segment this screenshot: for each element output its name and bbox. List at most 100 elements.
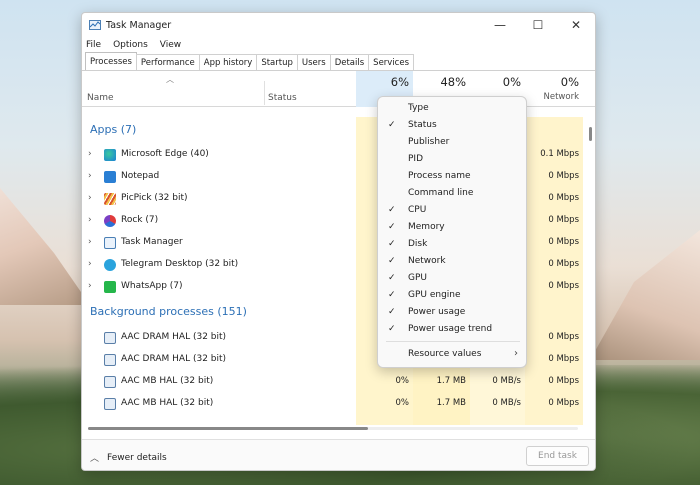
menu-item-label: GPU [408, 273, 427, 283]
tab-users[interactable]: Users [296, 54, 331, 70]
process-name: WhatsApp (7) [121, 281, 183, 291]
tab-details[interactable]: Details [329, 54, 370, 70]
expand-chevron-icon[interactable]: › [88, 149, 92, 159]
network-total-percent: 0% [560, 75, 579, 89]
expand-chevron-icon[interactable]: › [88, 259, 92, 269]
chevron-right-icon: › [514, 348, 518, 359]
memory-value: 1.7 MB [436, 376, 466, 386]
network-value: 0 Mbps [548, 332, 579, 342]
column-context-menu: Type ✓ Status Publisher PID Process name … [377, 96, 527, 368]
menu-item-gpu[interactable]: ✓ GPU [378, 270, 528, 287]
column-divider[interactable] [264, 81, 265, 105]
service-window-icon [104, 398, 116, 410]
check-icon: ✓ [388, 256, 396, 266]
tab-app-history[interactable]: App history [198, 54, 258, 70]
process-name: PicPick (32 bit) [121, 193, 188, 203]
close-button[interactable]: ✕ [557, 13, 595, 37]
title-bar[interactable]: Task Manager — ☐ ✕ [82, 13, 595, 37]
menu-item-network[interactable]: ✓ Network [378, 253, 528, 270]
menu-item-gpu-engine[interactable]: ✓ GPU engine [378, 287, 528, 304]
menu-file[interactable]: File [86, 40, 101, 50]
network-value: 0 Mbps [548, 171, 579, 181]
menu-item-cpu[interactable]: ✓ CPU [378, 202, 528, 219]
menu-item-pid[interactable]: PID [378, 151, 528, 168]
group-title-apps: Apps (7) [90, 123, 137, 136]
table-row[interactable]: AAC MB HAL (32 bit) 0% 1.7 MB 0 MB/s 0 M… [82, 393, 583, 415]
process-name: AAC MB HAL (32 bit) [121, 398, 214, 408]
process-name: Task Manager [121, 237, 183, 247]
minimize-icon: — [494, 18, 506, 32]
menu-item-label: CPU [408, 205, 427, 215]
menu-item-label: Status [408, 120, 437, 130]
network-value: 0 Mbps [548, 259, 579, 269]
cpu-value: 0% [395, 398, 410, 408]
check-icon: ✓ [388, 307, 396, 317]
maximize-icon: ☐ [532, 18, 544, 32]
footer-bar: ︿ Fewer details End task [82, 439, 595, 470]
table-row[interactable]: AAC MB HAL (32 bit) 0% 1.7 MB 0 MB/s 0 M… [82, 371, 583, 393]
edge-icon [104, 149, 116, 161]
menu-item-process-name[interactable]: Process name [378, 168, 528, 185]
menu-item-label: Power usage [408, 307, 466, 317]
menu-options[interactable]: Options [113, 40, 148, 50]
menu-item-status[interactable]: ✓ Status [378, 117, 528, 134]
menu-view[interactable]: View [160, 40, 181, 50]
process-name: Telegram Desktop (32 bit) [121, 259, 239, 269]
check-icon: ✓ [388, 205, 396, 215]
service-window-icon [104, 376, 116, 388]
minimize-button[interactable]: — [481, 13, 519, 37]
tab-performance[interactable]: Performance [135, 54, 200, 70]
menu-item-resource-values[interactable]: Resource values › [378, 346, 528, 363]
menu-item-label: Memory [408, 222, 445, 232]
tab-processes[interactable]: Processes [85, 52, 137, 70]
expand-chevron-icon[interactable]: › [88, 237, 92, 247]
menu-item-label: PID [408, 154, 424, 164]
menu-item-type[interactable]: Type [378, 100, 528, 117]
maximize-button[interactable]: ☐ [519, 13, 557, 37]
network-value: 0 Mbps [548, 237, 579, 247]
network-value: 0 Mbps [548, 281, 579, 291]
menu-item-label: Publisher [408, 137, 450, 147]
task-manager-app-icon [89, 20, 101, 30]
menu-item-label: Power usage trend [408, 324, 493, 334]
menu-item-command-line[interactable]: Command line [378, 185, 528, 202]
expand-chevron-icon[interactable]: › [88, 215, 92, 225]
menu-item-disk[interactable]: ✓ Disk [378, 236, 528, 253]
menu-item-memory[interactable]: ✓ Memory [378, 219, 528, 236]
rock-icon [104, 215, 116, 227]
network-value: 0 Mbps [548, 193, 579, 203]
fewer-details-button[interactable]: ︿ Fewer details [90, 451, 167, 465]
menu-item-power-usage-trend[interactable]: ✓ Power usage trend [378, 321, 528, 338]
chevron-up-icon: ︿ [90, 454, 100, 464]
expand-chevron-icon[interactable]: › [88, 193, 92, 203]
expand-chevron-icon[interactable]: › [88, 281, 92, 291]
task-manager-icon [104, 237, 116, 249]
menu-item-publisher[interactable]: Publisher [378, 134, 528, 151]
tab-strip: Processes Performance App history Startu… [82, 52, 595, 71]
menu-item-label: Process name [408, 171, 471, 181]
picpick-icon [104, 193, 116, 205]
close-icon: ✕ [570, 18, 582, 32]
menu-item-label: Network [408, 256, 446, 266]
tab-startup[interactable]: Startup [256, 54, 298, 70]
menu-separator [386, 341, 520, 342]
process-name: Rock (7) [121, 215, 159, 225]
telegram-icon [104, 259, 116, 271]
process-name: AAC DRAM HAL (32 bit) [121, 354, 227, 364]
column-status-header[interactable]: Status [268, 93, 297, 103]
column-network-header[interactable]: 0% Network [525, 71, 583, 107]
check-icon: ✓ [388, 222, 396, 232]
expand-chevron-icon[interactable]: › [88, 171, 92, 181]
wallpaper-mountain-right [590, 230, 700, 360]
column-name-header[interactable]: Name [87, 93, 114, 103]
menu-item-power-usage[interactable]: ✓ Power usage [378, 304, 528, 321]
end-task-button[interactable]: End task [526, 446, 589, 466]
horizontal-scrollbar-thumb[interactable] [88, 427, 368, 430]
tab-services[interactable]: Services [368, 54, 415, 70]
menu-item-label: Disk [408, 239, 428, 249]
menu-item-label: GPU engine [408, 290, 461, 300]
vertical-scrollbar-thumb[interactable] [589, 127, 592, 141]
network-value: 0 Mbps [548, 376, 579, 386]
disk-value: 0 MB/s [492, 376, 521, 386]
menu-bar: File Options View [82, 37, 595, 53]
